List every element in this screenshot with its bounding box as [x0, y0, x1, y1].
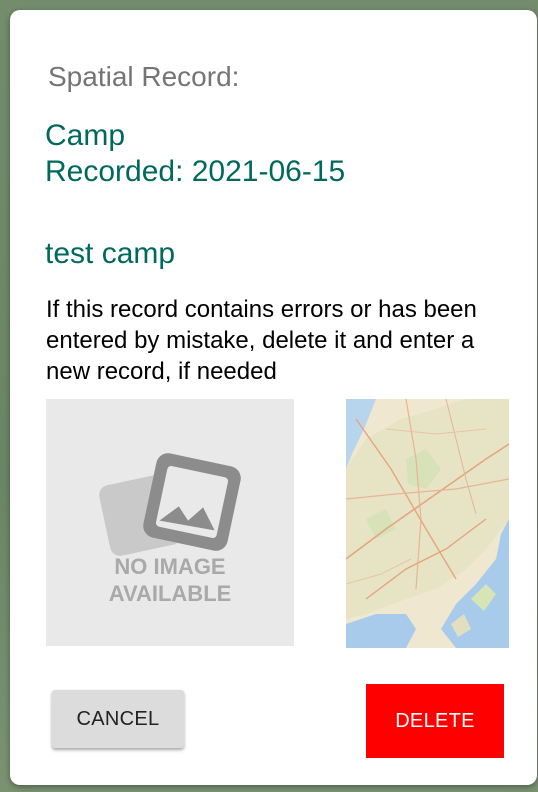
dialog-title: Spatial Record: — [48, 61, 240, 92]
record-type: Camp — [45, 119, 126, 152]
no-image-label: NO IMAGE — [114, 554, 226, 579]
image-placeholder-icon — [99, 453, 241, 556]
delete-button[interactable]: DELETE — [366, 684, 504, 758]
delete-warning-text: If this record contains errors or has be… — [46, 296, 477, 385]
map-thumbnail[interactable] — [346, 399, 509, 648]
recorded-date: Recorded: 2021-06-15 — [45, 155, 346, 188]
cancel-button[interactable]: CANCEL — [52, 690, 184, 748]
map-image — [346, 399, 509, 648]
no-image-placeholder: NO IMAGE AVAILABLE — [46, 399, 294, 646]
record-name: test camp — [45, 237, 176, 270]
available-label: AVAILABLE — [108, 581, 232, 606]
spatial-record-dialog: Spatial Record: Camp Recorded: 2021-06-1… — [10, 10, 537, 785]
